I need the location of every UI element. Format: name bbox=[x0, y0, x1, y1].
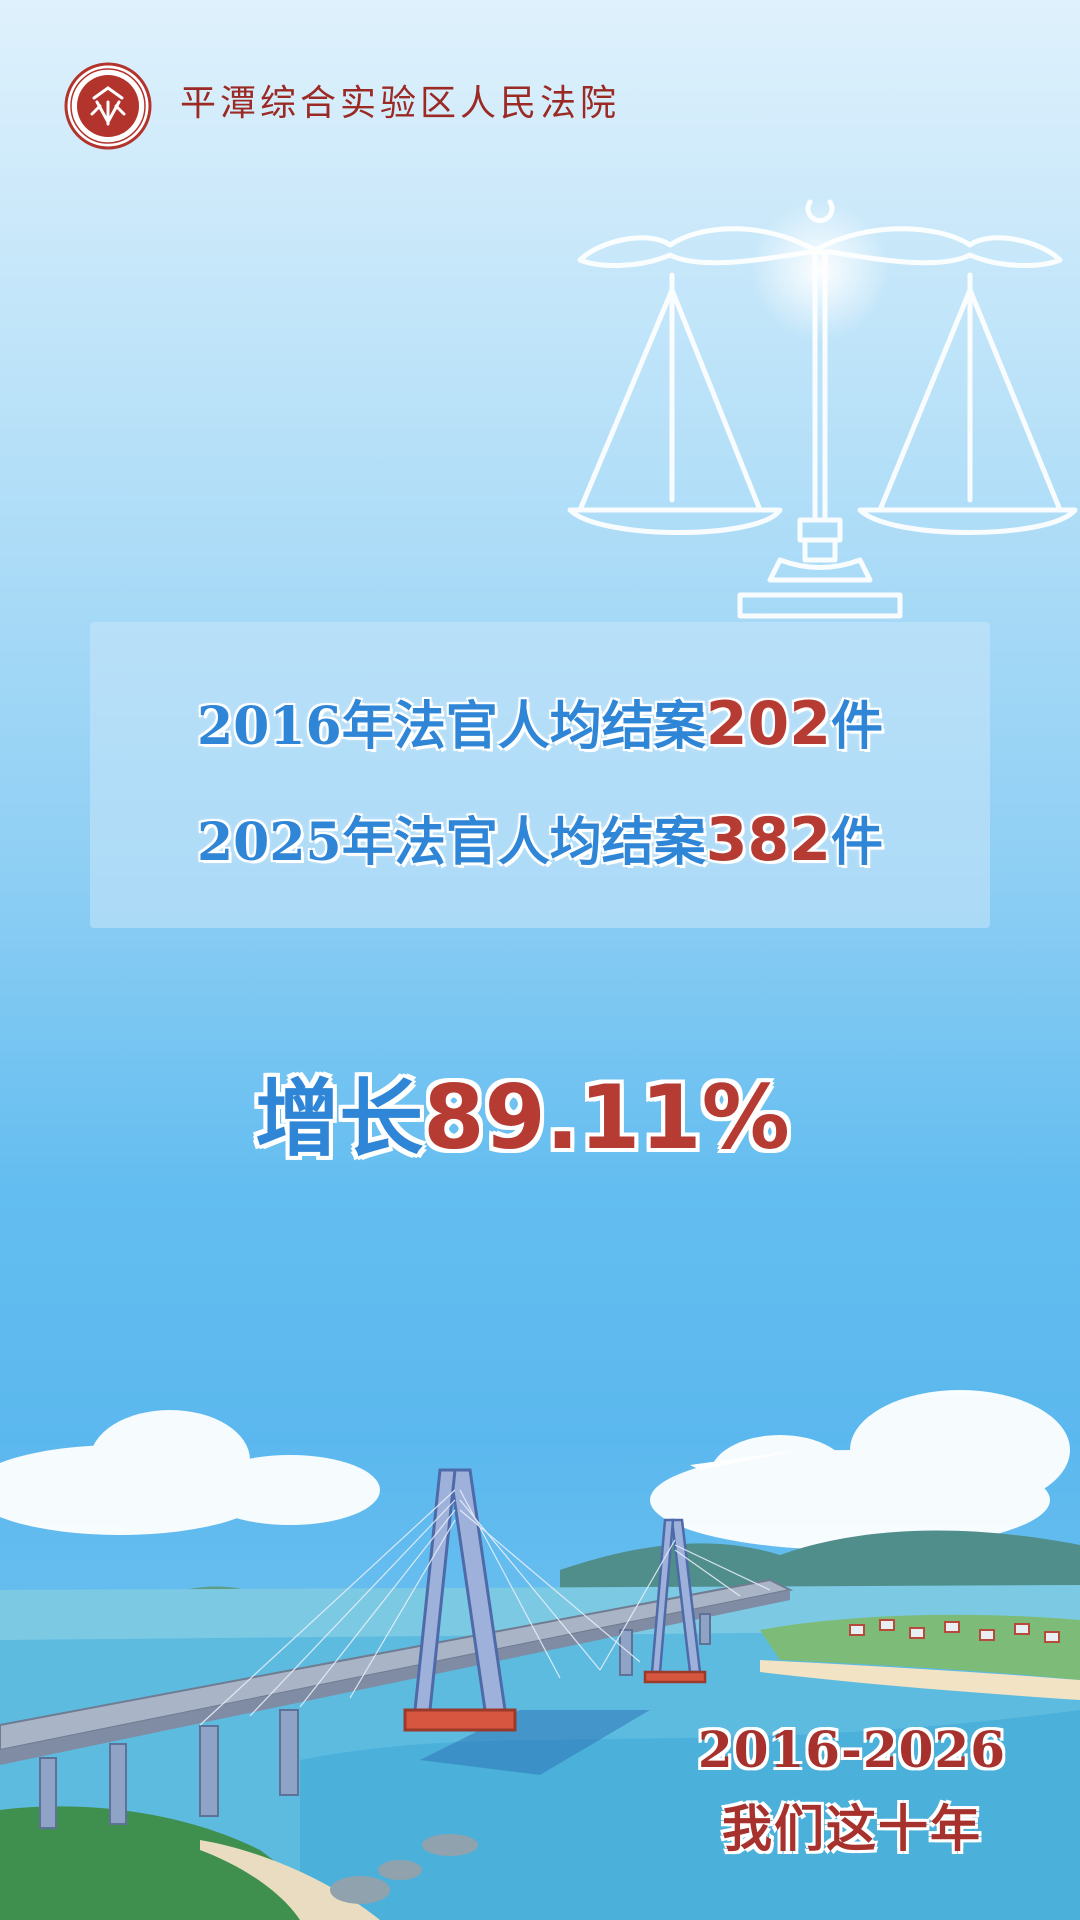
org-name: 平潭综合实验区人民法院 bbox=[180, 83, 621, 124]
year-range: 2016-2026 bbox=[697, 1720, 1006, 1779]
growth-label: 增长 bbox=[255, 1070, 424, 1168]
growth-headline: 增长89.11% bbox=[0, 1052, 1045, 1173]
stat-2025-label: 2025年法官人均结案 bbox=[197, 812, 706, 873]
growth-value: 89.11% bbox=[423, 1066, 790, 1169]
stat-2016-label: 2016年法官人均结案 bbox=[197, 696, 706, 757]
stat-2016: 2016年法官人均结案202件 bbox=[90, 684, 990, 759]
decade-slogan: 我们这十年 bbox=[721, 1799, 982, 1858]
stat-2016-value: 202 bbox=[705, 689, 831, 759]
stat-2016-unit: 件 bbox=[830, 696, 883, 757]
decade-caption: 2016-2026 我们这十年 bbox=[698, 1720, 1006, 1861]
stat-2025: 2025年法官人均结案382件 bbox=[90, 800, 990, 875]
stat-2025-unit: 件 bbox=[830, 812, 883, 873]
scales-of-justice-icon bbox=[567, 199, 1078, 619]
court-seal-icon bbox=[64, 62, 152, 150]
stats-card: 2016年法官人均结案202件 2025年法官人均结案382件 bbox=[90, 622, 990, 928]
stat-2025-value: 382 bbox=[705, 805, 831, 875]
